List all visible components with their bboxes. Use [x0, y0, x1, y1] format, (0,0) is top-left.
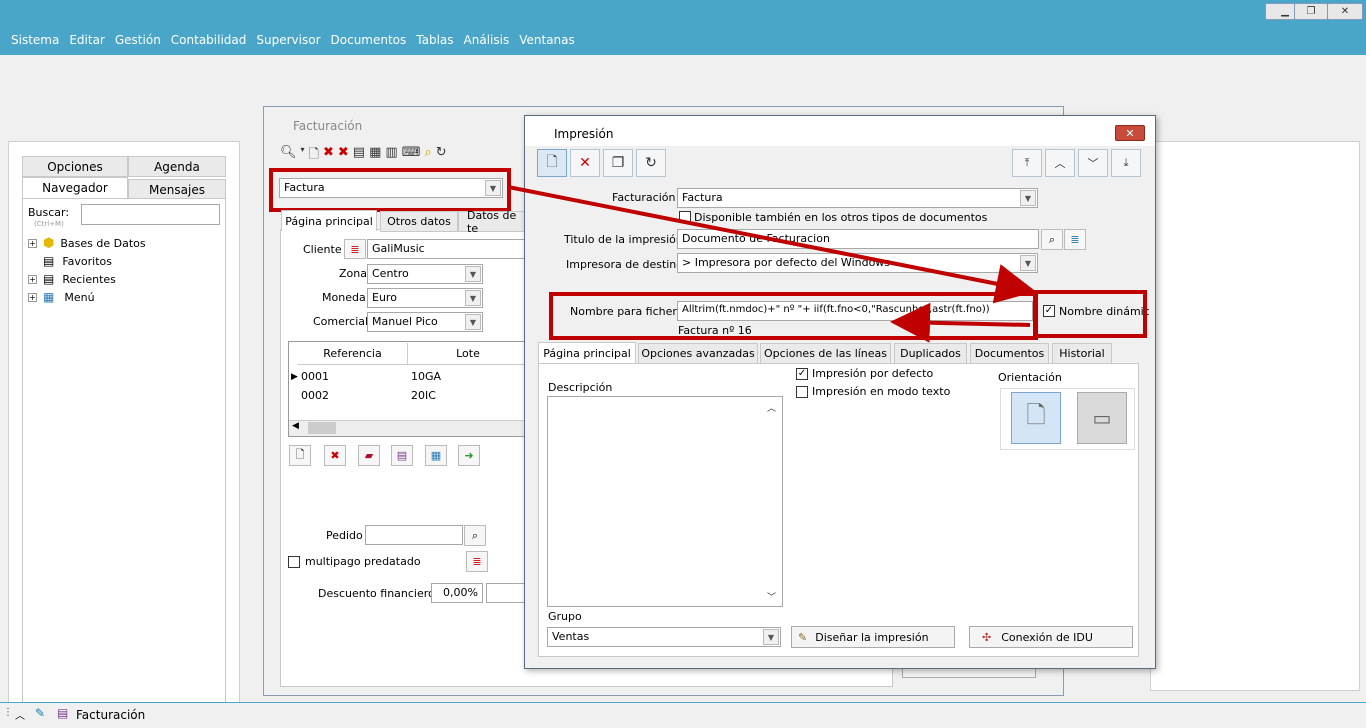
tab-imp-lineas[interactable]: Opciones de las líneas	[760, 343, 891, 364]
tab-imp-duplicados[interactable]: Duplicados	[894, 343, 967, 364]
portrait-icon: 🗋	[1026, 400, 1046, 429]
design-icon: ✎	[798, 630, 808, 644]
disenar-button[interactable]: ✎ Diseñar la impresión	[791, 626, 955, 648]
descripcion-label: Descripción	[548, 381, 613, 394]
impresion-defecto-label: Impresión por defecto	[812, 367, 934, 380]
portrait-button[interactable]: 🗋	[1011, 392, 1061, 444]
tab-imp-principal[interactable]: Página principal	[538, 342, 636, 363]
grip-icon: ⋮	[3, 707, 13, 718]
connection-icon: ✣	[982, 630, 992, 644]
taskbar	[0, 702, 1366, 728]
impresion-defecto-checkbox[interactable]: ✓	[796, 368, 808, 380]
chevron-down-icon[interactable]: ▼	[763, 629, 779, 645]
conexion-label: Conexión de IDU	[1001, 630, 1093, 644]
disenar-label: Diseñar la impresión	[815, 630, 929, 644]
edit-icon[interactable]: ✎	[35, 706, 45, 720]
orientacion-label: Orientación	[998, 371, 1062, 384]
arrow-dinamico-to-nombre	[890, 302, 1031, 343]
impresion-texto-label: Impresión en modo texto	[812, 385, 951, 398]
scroll-down-icon[interactable]: ﹀	[767, 590, 776, 603]
tab-imp-avanzadas[interactable]: Opciones avanzadas	[638, 343, 758, 364]
scroll-up-icon[interactable]: ︿	[767, 401, 776, 414]
impresion-texto-checkbox[interactable]	[796, 386, 808, 398]
grupo-select[interactable]: Ventas ▼	[547, 627, 781, 647]
tab-imp-historial[interactable]: Historial	[1052, 343, 1112, 364]
chevron-up-icon[interactable]: ︿	[15, 707, 25, 722]
landscape-button[interactable]: ▭	[1077, 392, 1127, 444]
taskbar-item[interactable]: Facturación	[76, 708, 145, 722]
landscape-icon: ▭	[1092, 406, 1112, 430]
facturacion-task-icon: ▤	[57, 706, 69, 720]
arrow-doctype-to-dinamico	[507, 185, 1036, 304]
tab-imp-documentos[interactable]: Documentos	[970, 343, 1049, 364]
grupo-label: Grupo	[548, 610, 582, 623]
descripcion-textarea[interactable]	[547, 396, 783, 607]
grupo-value: Ventas	[552, 630, 590, 643]
conexion-button[interactable]: ✣ Conexión de IDU	[969, 626, 1133, 648]
